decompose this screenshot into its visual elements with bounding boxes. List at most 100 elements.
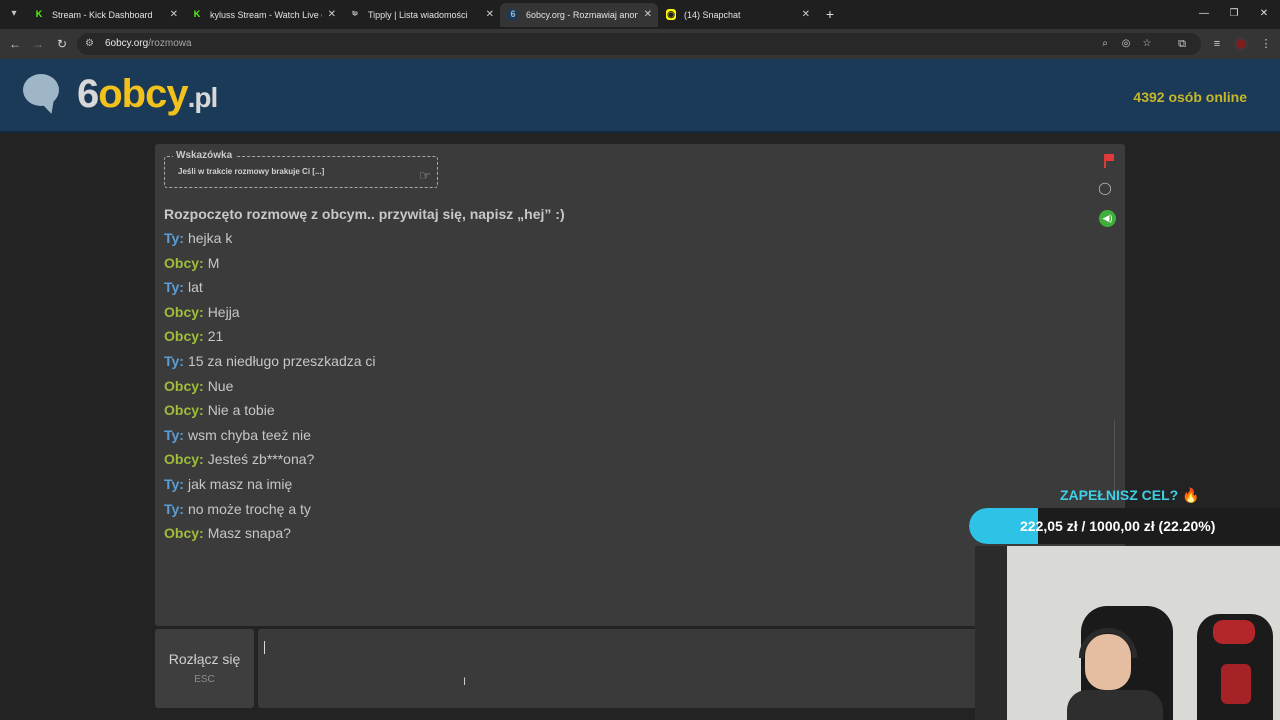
- back-arrow-icon[interactable]: ←: [8, 36, 22, 52]
- sender-you-label: Ty:: [164, 475, 184, 492]
- sender-you-label: Ty:: [164, 426, 184, 443]
- close-icon[interactable]: ✕: [802, 3, 810, 27]
- logo-suffix: .pl: [187, 82, 219, 113]
- scrollbar[interactable]: [1114, 420, 1115, 490]
- reload-icon[interactable]: ↻: [55, 36, 69, 52]
- message-text: Jesteś zb***ona?: [207, 451, 315, 468]
- sender-you-label: Ty:: [164, 279, 184, 296]
- chat-message: Obcy: Nue: [164, 378, 1064, 403]
- close-icon[interactable]: ✕: [486, 3, 494, 27]
- disconnect-shortcut: ESC: [194, 674, 215, 685]
- 6obcy-icon: 6: [508, 9, 518, 20]
- extensions-icon[interactable]: ⧉: [1175, 37, 1189, 51]
- browser-tab-bar: ▾ K Stream - Kick Dashboard ✕ K kyluss S…: [0, 0, 1280, 29]
- logo-text: 6obcy.pl: [77, 72, 219, 117]
- hint-text: Jeśli w trakcie rozmowy brakuje Ci [...]: [178, 167, 325, 176]
- tipply-icon: ᵗᵖ: [352, 9, 358, 19]
- sender-stranger-label: Obcy:: [164, 377, 204, 394]
- tab-snapchat[interactable]: ◉ (14) Snapchat ✕: [658, 3, 816, 27]
- message-text: Nue: [207, 377, 234, 394]
- chat-start-message: Rozpoczęto rozmowę z obcym.. przywitaj s…: [164, 206, 565, 222]
- webcam-image: [975, 546, 1280, 720]
- tab-search-icon[interactable]: ▾: [5, 6, 23, 22]
- logo-main: obcy: [98, 72, 188, 116]
- snapchat-icon: ◉: [666, 9, 676, 20]
- restore-icon[interactable]: ❐: [1227, 6, 1241, 22]
- eye-off-icon[interactable]: ◎: [1119, 37, 1133, 51]
- logo-prefix: 6: [77, 72, 99, 116]
- site-header: 6obcy.pl 4392 osób online: [0, 59, 1280, 133]
- goal-title: ZAPEŁNISZ CEL? 🔥: [1060, 487, 1200, 504]
- goal-title-text: ZAPEŁNISZ CEL?: [1060, 487, 1179, 503]
- close-icon[interactable]: ✕: [644, 3, 652, 27]
- chat-message: Ty: 15 za niedługo przeszkadza ci: [164, 353, 1064, 378]
- ibeam-cursor-icon: I: [463, 676, 467, 688]
- minimize-icon[interactable]: —: [1197, 6, 1211, 22]
- tab-tipply[interactable]: ᵗᵖ Tipply | Lista wiadomości ✕: [342, 3, 500, 27]
- browser-toolbar: ← → ↻ ⚙ 6obcy.org/rozmowa ⌕ ◎ ☆ ⧉ ≡ ⋮: [0, 29, 1280, 59]
- site-logo[interactable]: 6obcy.pl: [23, 72, 233, 122]
- site-info-icon[interactable]: ⚙: [85, 37, 97, 51]
- forward-arrow-icon[interactable]: →: [31, 36, 45, 52]
- url-text[interactable]: 6obcy.org/rozmowa: [105, 33, 192, 55]
- sender-stranger-label: Obcy:: [164, 525, 204, 542]
- message-text: jak masz na imię: [187, 475, 293, 492]
- media-controls-icon[interactable]: ≡: [1210, 37, 1224, 51]
- chat-message: Ty: wsm chyba teeż nie: [164, 427, 1064, 452]
- message-text: wsm chyba teeż nie: [187, 426, 311, 443]
- bookmark-star-icon[interactable]: ☆: [1140, 37, 1154, 51]
- report-flag-icon[interactable]: [1100, 153, 1116, 169]
- message-text: hejka k: [187, 230, 233, 246]
- sender-stranger-label: Obcy:: [164, 328, 204, 345]
- tab-title: 6obcy.org - Rozmawiaj anonimowo: [526, 10, 638, 20]
- profile-avatar[interactable]: [1234, 37, 1248, 51]
- close-icon[interactable]: ✕: [170, 3, 178, 27]
- url-path: /rozmowa: [148, 38, 192, 49]
- goal-progress-bar: 222,05 zł / 1000,00 zł (22.20%): [969, 508, 1280, 544]
- search-icon[interactable]: ◯: [1097, 180, 1113, 196]
- tab-kyluss-stream[interactable]: K kyluss Stream - Watch Live on Kick ✕: [184, 3, 342, 27]
- tab-title: kyluss Stream - Watch Live on Kick: [210, 10, 322, 20]
- tab-kick-dashboard[interactable]: K Stream - Kick Dashboard ✕: [26, 3, 184, 27]
- sender-you-label: Ty:: [164, 230, 184, 246]
- chat-message: Obcy: Nie a tobie: [164, 402, 1064, 427]
- speech-bubble-tail: [41, 98, 59, 116]
- goal-progress-text: 222,05 zł / 1000,00 zł (22.20%): [1020, 518, 1216, 534]
- more-menu-icon[interactable]: ⋮: [1259, 37, 1273, 51]
- new-tab-plus-icon[interactable]: +: [822, 5, 838, 23]
- chat-message: Ty: hejka k: [164, 230, 1064, 255]
- kick-icon: K: [35, 9, 43, 19]
- message-text: no może trochę a ty: [187, 500, 311, 517]
- chat-message: Ty: lat: [164, 279, 1064, 304]
- tab-title: Stream - Kick Dashboard: [52, 10, 153, 20]
- message-text: 21: [207, 328, 224, 345]
- zoom-icon[interactable]: ⌕: [1098, 37, 1112, 51]
- chat-message: Ty: no może trochę a ty: [164, 501, 1064, 526]
- message-text: lat: [187, 279, 203, 296]
- sender-you-label: Ty:: [164, 500, 184, 517]
- sound-toggle-icon[interactable]: ◀): [1099, 210, 1116, 227]
- message-text: Masz snapa?: [207, 525, 291, 542]
- address-bar[interactable]: ⚙ 6obcy.org/rozmowa ⌕ ◎ ☆: [77, 33, 1201, 55]
- disconnect-button[interactable]: Rozłącz się ESC: [155, 629, 254, 708]
- pointer-hand-icon[interactable]: ☞: [417, 168, 433, 184]
- hint-box[interactable]: Wskazówka Jeśli w trakcie rozmowy brakuj…: [164, 150, 438, 188]
- hint-legend: Wskazówka: [173, 150, 236, 161]
- tab-title: (14) Snapchat: [684, 10, 741, 20]
- text-caret: [264, 641, 265, 654]
- message-text: 15 za niedługo przeszkadza ci: [187, 352, 376, 369]
- tab-6obcy[interactable]: 6 6obcy.org - Rozmawiaj anonimowo ✕: [500, 3, 658, 27]
- chat-message: Obcy: Jesteś zb***ona?: [164, 451, 1064, 476]
- kick-icon: K: [193, 9, 201, 19]
- chat-message: Obcy: Masz snapa?: [164, 525, 1064, 550]
- chat-message: Ty: jak masz na imię: [164, 476, 1064, 501]
- window-close-icon[interactable]: ✕: [1257, 6, 1271, 22]
- online-count: 4392 osób online: [1133, 89, 1247, 105]
- sender-stranger-label: Obcy:: [164, 451, 204, 468]
- url-host: 6obcy.org: [105, 38, 149, 49]
- fire-icon: 🔥: [1182, 487, 1200, 503]
- sender-stranger-label: Obcy:: [164, 402, 204, 419]
- message-text: Hejja: [207, 303, 240, 320]
- close-icon[interactable]: ✕: [328, 3, 336, 27]
- message-text: M: [207, 254, 220, 271]
